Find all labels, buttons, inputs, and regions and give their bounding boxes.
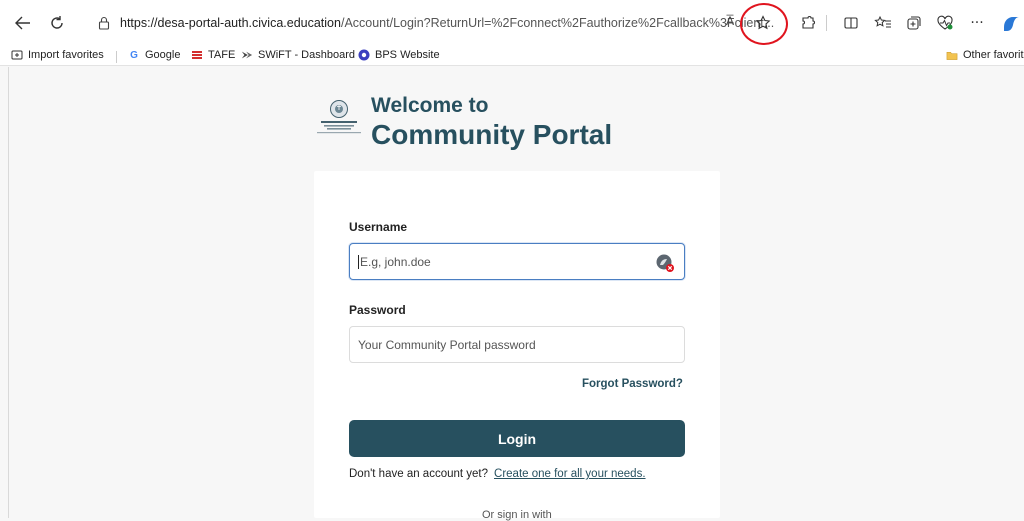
collections-icon[interactable] bbox=[903, 12, 925, 34]
browser-window: https://desa-portal-auth.civica.educatio… bbox=[0, 0, 1024, 521]
refresh-icon[interactable] bbox=[46, 12, 68, 34]
lock-icon[interactable] bbox=[98, 16, 110, 30]
highlight-circle bbox=[740, 3, 788, 45]
password-placeholder: Your Community Portal password bbox=[358, 337, 536, 352]
url-path: /Account/Login?ReturnUrl=%2Fconnect%2Fau… bbox=[340, 16, 775, 30]
back-arrow-icon[interactable] bbox=[12, 12, 34, 34]
favorites-icon[interactable] bbox=[872, 12, 894, 34]
bps-icon bbox=[358, 49, 370, 61]
login-button[interactable]: Login bbox=[349, 420, 685, 457]
favorites-divider bbox=[116, 51, 117, 63]
favorite-label: Other favorite bbox=[963, 49, 1024, 61]
page-title: Community Portal bbox=[371, 119, 613, 150]
favorite-label: TAFE bbox=[208, 49, 236, 61]
signup-prompt-text: Don't have an account yet? bbox=[349, 468, 489, 480]
username-input[interactable]: E.g, john.doe bbox=[349, 243, 685, 280]
password-label: Password bbox=[349, 303, 406, 317]
google-icon: G bbox=[130, 49, 138, 61]
favorite-other[interactable]: Other favorite bbox=[946, 49, 1024, 61]
favorite-google[interactable]: G Google bbox=[128, 49, 180, 61]
favorite-import[interactable]: Import favorites bbox=[11, 49, 104, 61]
username-placeholder: E.g, john.doe bbox=[360, 254, 431, 269]
favorite-swift[interactable]: SWiFT - Dashboard bbox=[241, 49, 355, 61]
folder-icon bbox=[946, 49, 958, 61]
welcome-text: Welcome to bbox=[371, 94, 489, 117]
sign-in-with-text: Or sign in with bbox=[482, 509, 552, 521]
login-card: Username E.g, john.doe Password Your Com… bbox=[314, 171, 720, 521]
import-icon bbox=[11, 49, 23, 61]
password-input[interactable]: Your Community Portal password bbox=[349, 326, 685, 363]
create-account-link[interactable]: Create one for all your needs. bbox=[494, 468, 646, 480]
swift-icon bbox=[241, 49, 253, 61]
toolbar-divider bbox=[826, 15, 827, 31]
extensions-icon[interactable] bbox=[797, 12, 819, 34]
password-manager-icon[interactable] bbox=[655, 253, 675, 273]
browser-toolbar: https://desa-portal-auth.civica.educatio… bbox=[0, 0, 1024, 46]
url-host: https://desa-portal-auth.civica.educatio… bbox=[120, 16, 341, 30]
favorite-bps[interactable]: BPS Website bbox=[358, 49, 440, 61]
read-aloud-icon[interactable]: A̅ bbox=[726, 14, 734, 28]
url-text[interactable]: https://desa-portal-auth.civica.educatio… bbox=[120, 16, 774, 30]
split-screen-icon[interactable] bbox=[840, 12, 862, 34]
copilot-icon[interactable] bbox=[1000, 12, 1022, 34]
text-caret bbox=[358, 254, 359, 269]
forgot-password-link[interactable]: Forgot Password? bbox=[582, 378, 683, 390]
favorites-bar: Import favorites G Google TAFE SWiFT - D… bbox=[0, 46, 1024, 66]
page-content: Welcome to Community Portal Username E.g… bbox=[8, 67, 1024, 521]
favorite-label: SWiFT - Dashboard bbox=[258, 49, 355, 61]
more-icon[interactable]: ··· bbox=[966, 12, 988, 34]
username-label: Username bbox=[349, 220, 408, 234]
address-bar[interactable]: https://desa-portal-auth.civica.educatio… bbox=[90, 10, 774, 38]
favorite-label: BPS Website bbox=[375, 49, 440, 61]
favorite-label: Google bbox=[145, 49, 181, 61]
favorite-tafe[interactable]: TAFE bbox=[191, 49, 235, 61]
signup-prompt: Don't have an account yet? Create one for… bbox=[349, 468, 646, 480]
tafe-icon bbox=[191, 49, 203, 61]
government-logo bbox=[317, 100, 361, 134]
favorite-label: Import favorites bbox=[28, 49, 104, 61]
heartbeat-icon[interactable] bbox=[934, 12, 956, 34]
